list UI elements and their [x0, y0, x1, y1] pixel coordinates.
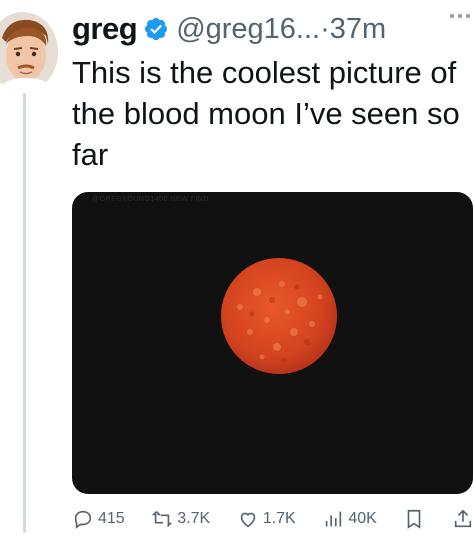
avatar-photo: [0, 12, 58, 92]
separator-dot: ·: [320, 12, 330, 45]
tweet-text: This is the coolest picture of the blood…: [72, 55, 460, 172]
bookmark-button[interactable]: [403, 508, 425, 530]
action-bar: 415 3.7K 1.7K 40K: [72, 508, 474, 538]
repost-button[interactable]: 3.7K: [151, 508, 210, 530]
reply-count: 415: [98, 510, 125, 527]
repost-icon: [152, 511, 173, 527]
blood-moon-image: [221, 258, 337, 374]
repost-count: 3.7K: [177, 510, 211, 527]
handle[interactable]: @greg16...: [176, 13, 320, 46]
share-icon: [454, 509, 472, 528]
like-icon: [240, 512, 256, 528]
tweet-media[interactable]: @GREGYOUNG1400 NEW FIND: [72, 192, 473, 494]
share-button[interactable]: [452, 508, 474, 530]
verified-badge-icon[interactable]: [143, 16, 169, 42]
reply-button[interactable]: 415: [72, 508, 125, 530]
bookmark-icon: [408, 509, 421, 529]
tweet-header: greg @greg16... · 37m: [72, 6, 464, 52]
like-count: 1.7K: [262, 510, 296, 527]
views-icon: [326, 511, 342, 527]
timestamp[interactable]: 37m: [330, 13, 386, 46]
reply-icon: [74, 510, 92, 529]
display-name[interactable]: greg: [72, 11, 138, 47]
image-watermark: @GREGYOUNG1400 NEW FIND: [92, 196, 210, 203]
views-count: 40K: [348, 510, 377, 527]
avatar[interactable]: [0, 12, 58, 92]
views-button[interactable]: 40K: [322, 508, 377, 530]
more-icon[interactable]: [450, 14, 470, 18]
like-button[interactable]: 1.7K: [237, 508, 296, 530]
thread-line: [23, 93, 26, 533]
